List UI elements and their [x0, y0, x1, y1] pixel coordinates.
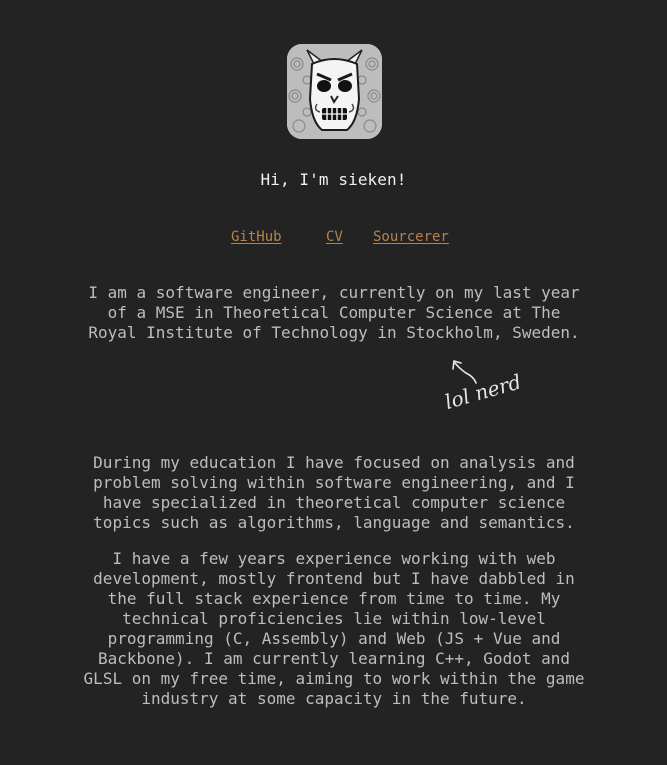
- github-link[interactable]: GitHub: [231, 229, 282, 245]
- avatar: [287, 44, 382, 139]
- education-paragraph: During my education I have focused on an…: [93, 453, 575, 532]
- intro-paragraph: I am a software engineer, currently on m…: [88, 283, 580, 342]
- page-title: Hi, I'm sieken!: [260, 170, 407, 189]
- cv-link[interactable]: CV: [326, 229, 343, 245]
- demon-mask-avatar-icon: [287, 44, 382, 139]
- sourcerer-link[interactable]: Sourcerer: [373, 229, 449, 245]
- annotation: lol nerd: [440, 355, 540, 430]
- profile-links: GitHub CV Sourcerer: [0, 229, 667, 249]
- experience-paragraph: I have a few years experience working wi…: [83, 549, 585, 708]
